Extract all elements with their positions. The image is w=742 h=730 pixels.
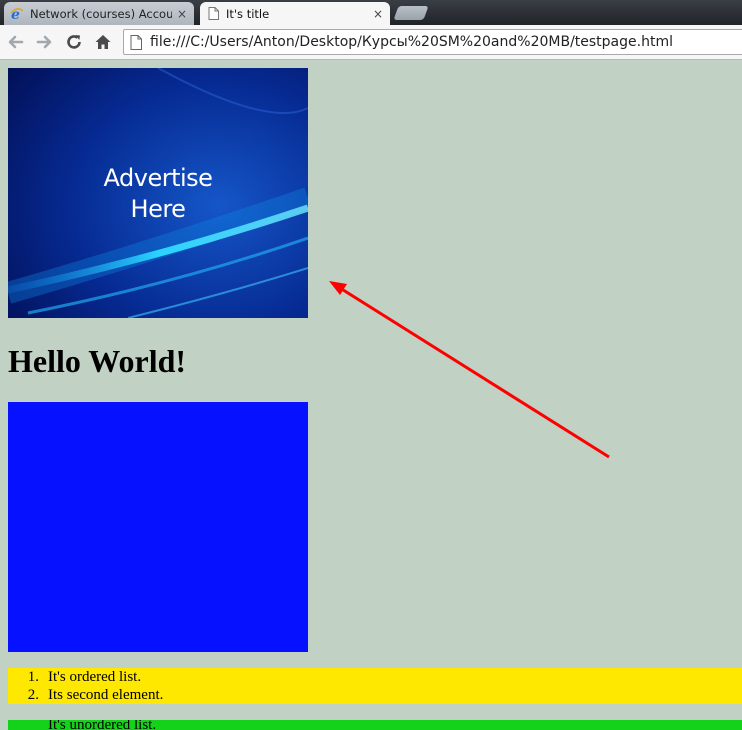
ie-e-icon: e — [10, 7, 24, 21]
blue-box — [8, 402, 308, 652]
home-icon[interactable] — [93, 32, 113, 52]
list-item: It's unordered list. — [48, 720, 157, 730]
address-bar[interactable]: file:///C:/Users/Anton/Desktop/Курсы%20S… — [123, 29, 742, 55]
list-item: 1. It's ordered list. — [27, 669, 142, 685]
tab-title: Network (courses) Accour — [30, 6, 172, 21]
advertise-line-1: Advertise — [103, 164, 213, 192]
list-item: 2. Its second element. — [27, 687, 164, 703]
annotation-arrow-line — [339, 286, 610, 459]
tab-network-courses[interactable]: e Network (courses) Accour × — [4, 2, 194, 25]
page-heading: Hello World! — [8, 343, 187, 379]
page-icon — [130, 34, 142, 50]
forward-arrow-icon[interactable] — [34, 32, 54, 52]
tab-title: It's title — [226, 6, 270, 21]
tab-strip: e Network (courses) Accour × It's title … — [0, 0, 742, 25]
tab-its-title[interactable]: It's title × — [200, 2, 390, 25]
unordered-list: It's unordered list. — [8, 720, 742, 730]
tab-close-icon[interactable]: × — [372, 7, 384, 21]
url-text: file:///C:/Users/Anton/Desktop/Курсы%20S… — [150, 34, 673, 50]
new-tab-button[interactable] — [393, 6, 429, 20]
page-icon — [206, 7, 220, 21]
advertise-text: Advertise Here — [8, 163, 308, 225]
back-arrow-icon[interactable] — [6, 32, 26, 52]
advertise-line-2: Here — [130, 195, 186, 223]
advertise-banner: Advertise Here — [8, 68, 308, 318]
reload-icon[interactable] — [64, 32, 84, 52]
browser-toolbar: file:///C:/Users/Anton/Desktop/Курсы%20S… — [0, 25, 742, 60]
tab-close-icon[interactable]: × — [176, 7, 188, 21]
ordered-list: 1. It's ordered list. 2. Its second elemen… — [8, 668, 742, 704]
annotation-arrow-head — [329, 281, 347, 295]
